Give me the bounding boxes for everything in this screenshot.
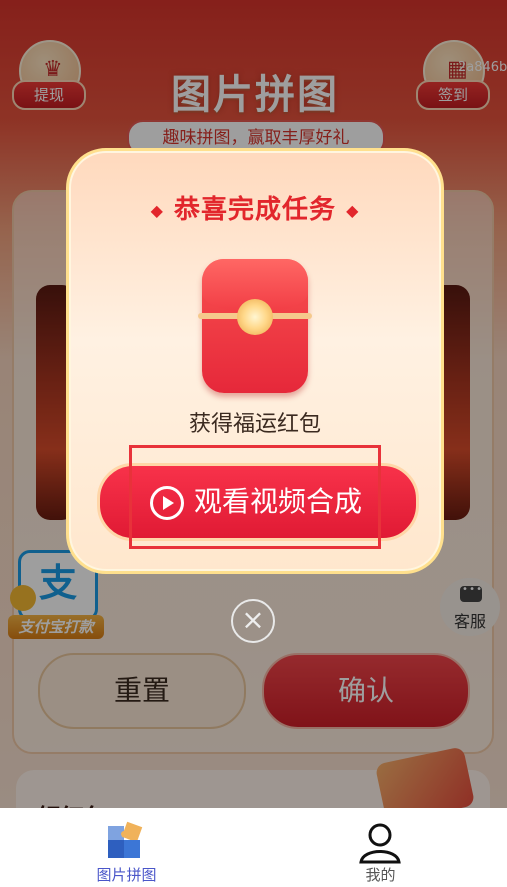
highlight-box [129, 445, 381, 549]
red-envelope-icon [198, 259, 312, 393]
modal-title: 恭喜完成任务 [173, 195, 336, 225]
modal-description: 获得福运红包 [188, 412, 321, 437]
diamond-icon: ◆ [150, 201, 164, 220]
user-icon [359, 823, 401, 864]
tab-puzzle-label: 图片拼图 [96, 866, 157, 884]
bottom-tab-bar: 图片拼图 我的 [0, 808, 507, 887]
tab-mine[interactable]: 我的 [254, 808, 507, 887]
tab-puzzle[interactable]: 图片拼图 [0, 808, 253, 887]
modal-title-row: ◆ 恭喜完成任务 ◆ [69, 189, 441, 226]
puzzle-icon [108, 821, 143, 858]
tab-mine-label: 我的 [365, 866, 396, 884]
close-icon[interactable]: × [231, 599, 275, 643]
diamond-icon: ◆ [346, 201, 360, 220]
